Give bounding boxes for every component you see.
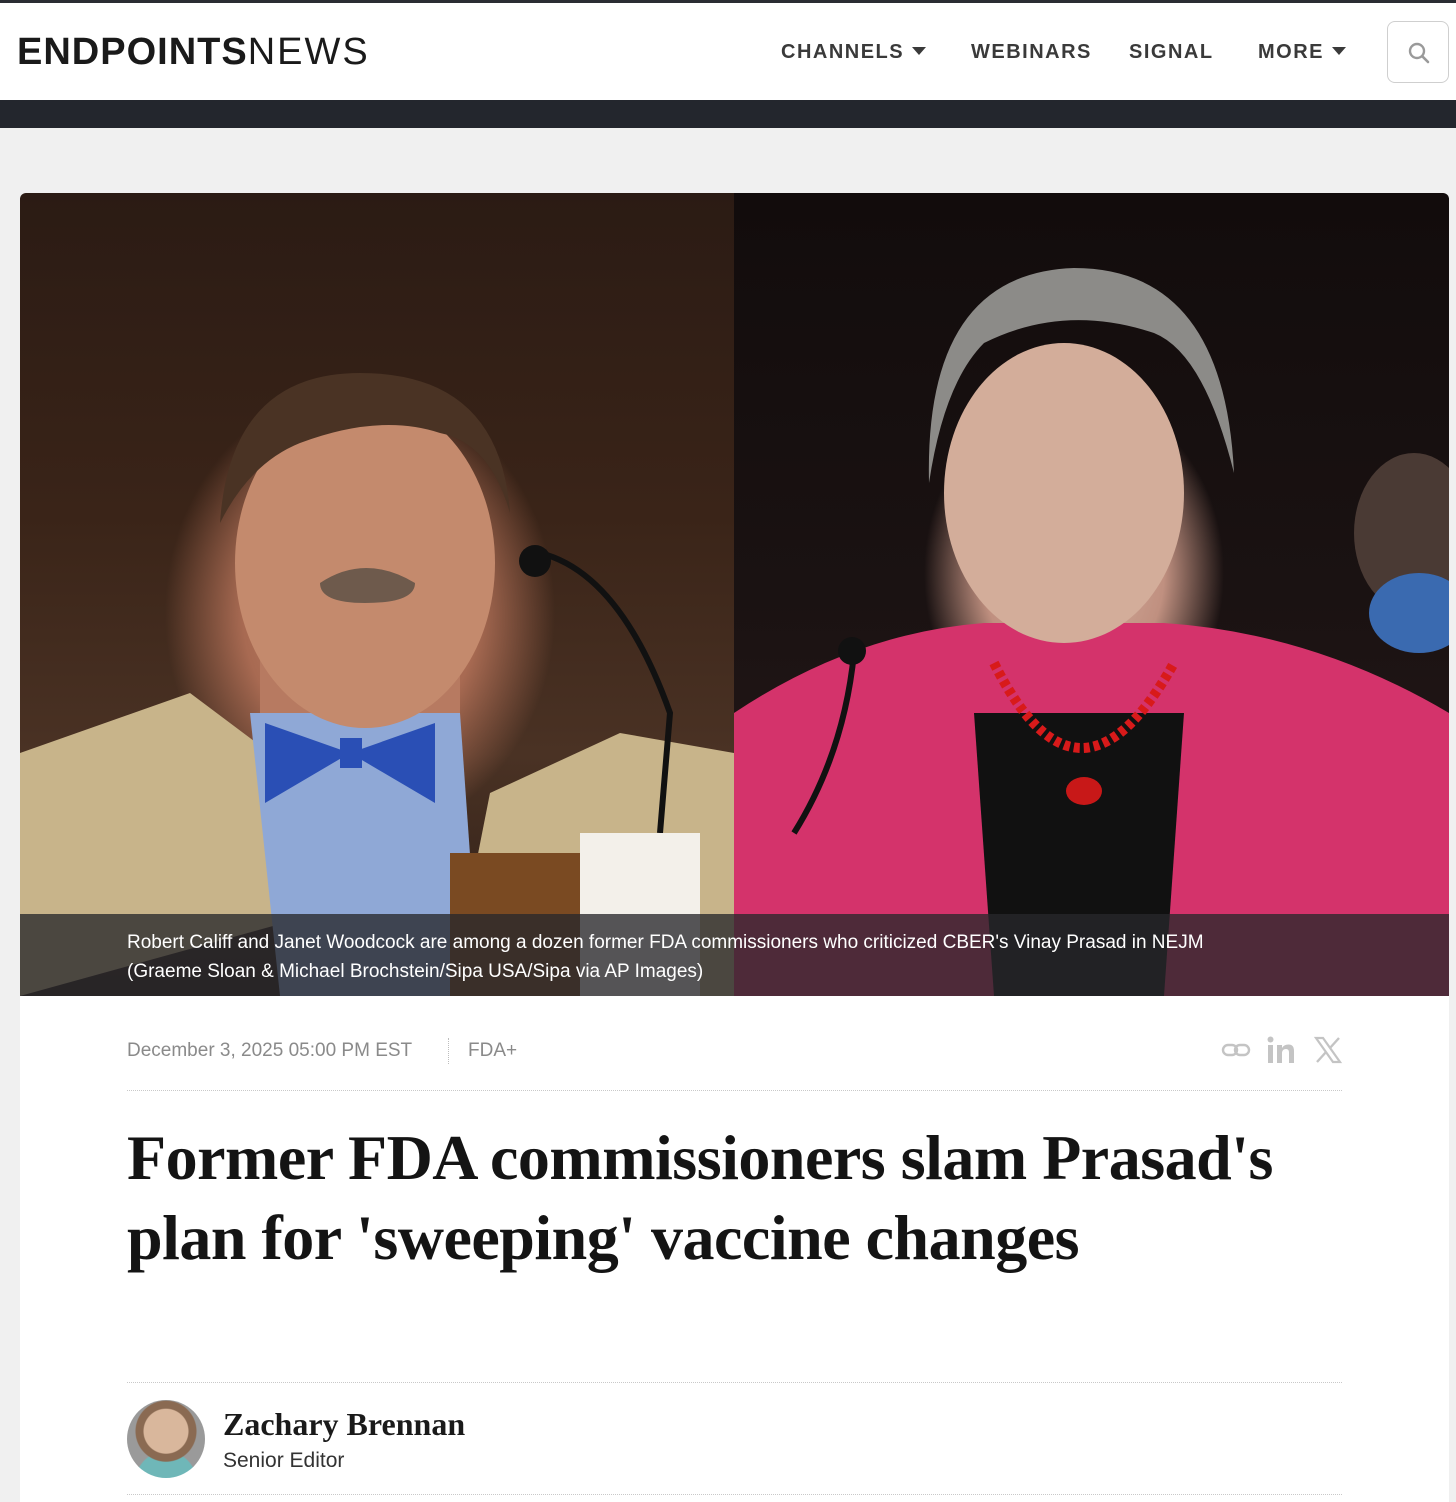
author-avatar[interactable] xyxy=(127,1400,205,1478)
nav-more[interactable]: MORE xyxy=(1258,39,1346,65)
linkedin-share-button[interactable] xyxy=(1265,1034,1297,1066)
nav-webinars[interactable]: WEBINARS xyxy=(971,39,1092,65)
x-share-button[interactable] xyxy=(1312,1034,1344,1066)
x-icon xyxy=(1313,1036,1343,1064)
nav-channels[interactable]: CHANNELS xyxy=(781,39,927,65)
logo-news: NEWS xyxy=(247,31,370,73)
linkedin-icon xyxy=(1267,1036,1294,1063)
copy-link-button[interactable] xyxy=(1220,1034,1252,1066)
chevron-down-icon xyxy=(912,46,927,55)
nav-signal[interactable]: SIGNAL xyxy=(1129,39,1214,65)
link-icon xyxy=(1221,1043,1251,1057)
category-link[interactable]: FDA+ xyxy=(468,1039,517,1063)
image-caption: Robert Califf and Janet Woodcock are amo… xyxy=(127,928,1377,986)
search-icon xyxy=(1408,42,1430,64)
search-button[interactable] xyxy=(1387,21,1449,83)
article-headline: Former FDA commissioners slam Prasad's p… xyxy=(127,1122,1273,1273)
subnav-bar xyxy=(0,100,1456,128)
nav-signal-label: SIGNAL xyxy=(1129,41,1214,63)
site-logo[interactable]: ENDPOINTSNEWS xyxy=(17,30,370,74)
logo-endpoints: ENDPOINTS xyxy=(17,31,248,73)
nav-webinars-label: WEBINARS xyxy=(971,41,1092,63)
byline-divider-rule xyxy=(127,1382,1342,1383)
image-caption-text: Robert Califf and Janet Woodcock are amo… xyxy=(127,932,1204,953)
photo-robert-califf xyxy=(20,193,734,996)
nav-channels-label: CHANNELS xyxy=(781,41,905,63)
author-name[interactable]: Zachary Brennan xyxy=(223,1405,465,1443)
meta-divider xyxy=(448,1038,449,1064)
hero-image: Robert Califf and Janet Woodcock are amo… xyxy=(20,193,1449,996)
site-header: ENDPOINTSNEWS CHANNELS WEBINARS SIGNAL M… xyxy=(0,3,1456,100)
publish-date: December 3, 2025 05:00 PM EST xyxy=(127,1040,413,1061)
meta-divider-rule xyxy=(127,1090,1342,1091)
photo-janet-woodcock xyxy=(734,193,1449,996)
article-card: Robert Califf and Janet Woodcock are amo… xyxy=(20,193,1449,1502)
image-credit: (Graeme Sloan & Michael Brochstein/Sipa … xyxy=(127,961,704,982)
author-role: Senior Editor xyxy=(223,1449,345,1472)
chevron-down-icon xyxy=(1332,46,1346,55)
image-caption-bar: Robert Califf and Janet Woodcock are amo… xyxy=(20,914,1449,996)
byline-bottom-rule xyxy=(127,1494,1342,1495)
nav-more-label: MORE xyxy=(1258,41,1324,63)
